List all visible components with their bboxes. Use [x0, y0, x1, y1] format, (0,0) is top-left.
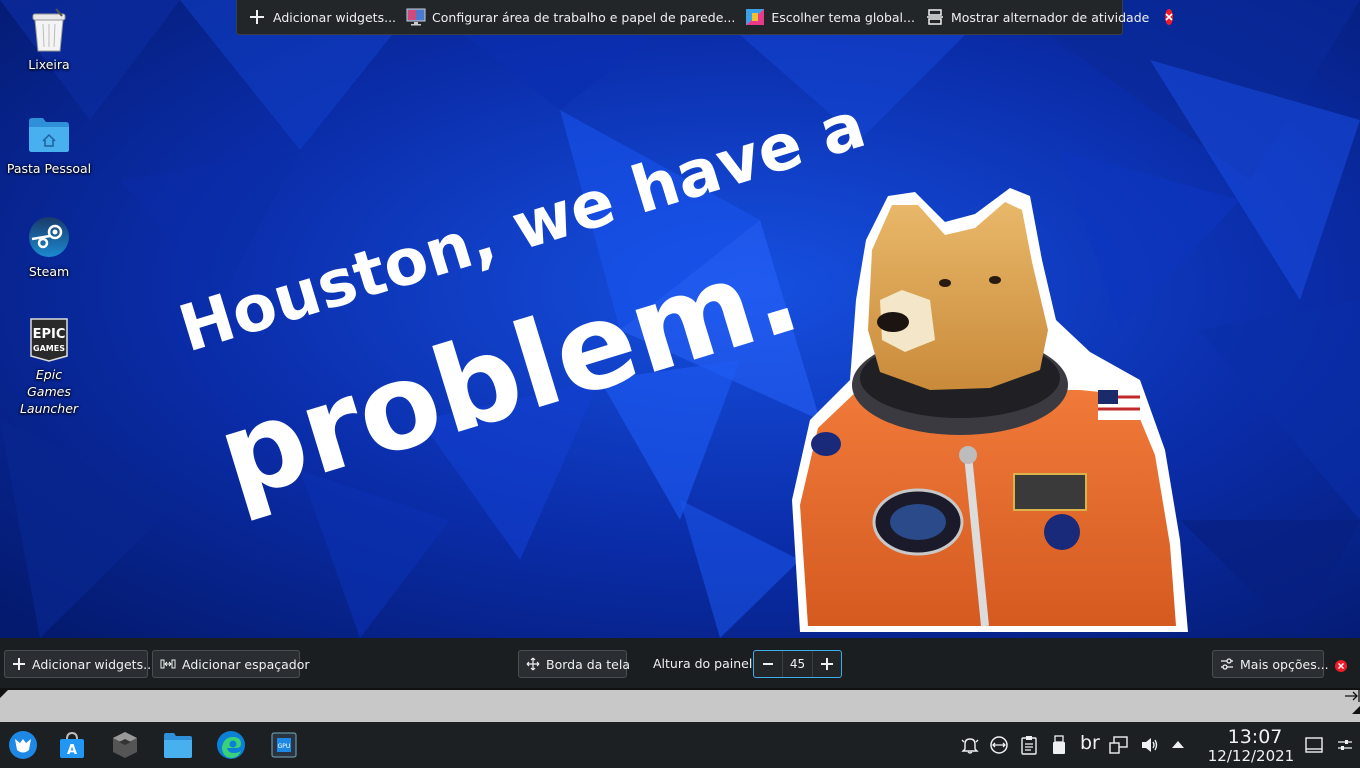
- minus-icon: [763, 663, 773, 665]
- desktop-wallpaper: Houston, we have a problem.: [0, 0, 1360, 638]
- file-manager-icon[interactable]: [162, 729, 194, 761]
- activity-switcher-button[interactable]: Mostrar alternador de atividade: [925, 7, 1149, 27]
- more-options-button[interactable]: Mais opções...: [1212, 650, 1329, 678]
- increase-height-button[interactable]: [813, 651, 841, 677]
- panel-height-value[interactable]: 45: [782, 651, 813, 677]
- configure-desktop-button[interactable]: Configurar área de trabalho e papel de p…: [406, 7, 735, 27]
- svg-text:EPIC: EPIC: [33, 327, 66, 342]
- close-panel-config-icon[interactable]: [1335, 657, 1347, 676]
- volume-icon[interactable]: [1139, 734, 1161, 756]
- activities-icon: [925, 7, 945, 27]
- taskbar-panel: A GPU br 13:07 12/12/2021: [0, 722, 1360, 768]
- screen-edge-button[interactable]: Borda da tela: [518, 650, 631, 678]
- add-widgets-label: Adicionar widgets...: [273, 9, 397, 25]
- ruler-right-handle-icon[interactable]: [1352, 706, 1360, 714]
- desktop-icon-label: Pasta Pessoal: [6, 161, 92, 176]
- sliders-icon: [1220, 656, 1234, 672]
- desktop-icon-label: Steam: [28, 264, 70, 279]
- screen-edge-label: Borda da tela: [546, 656, 631, 672]
- panel-add-widgets-label: Adicionar widgets...: [32, 656, 156, 672]
- app-launcher-icon[interactable]: [7, 729, 39, 761]
- add-spacer-button[interactable]: Adicionar espaçador: [152, 650, 309, 678]
- notifications-icon[interactable]: [959, 734, 981, 756]
- plus-icon: [12, 656, 26, 672]
- configure-desktop-label: Configurar área de trabalho e papel de p…: [432, 9, 736, 25]
- panel-add-widgets-button[interactable]: Adicionar widgets...: [4, 650, 155, 678]
- global-theme-label: Escolher tema global...: [771, 9, 915, 25]
- kde-connect-icon[interactable]: [988, 734, 1010, 756]
- panel-size-ruler[interactable]: [0, 688, 1360, 722]
- monitor-icon: [406, 7, 426, 27]
- move-arrows-icon: [526, 656, 540, 672]
- gpu-monitor-icon[interactable]: GPU: [268, 729, 300, 761]
- desktop-toolbar: Adicionar widgets... Configurar área de …: [236, 0, 1174, 35]
- tray-expand-arrow-icon[interactable]: [1167, 734, 1189, 756]
- add-widgets-button[interactable]: Adicionar widgets...: [247, 7, 396, 27]
- activity-switcher-label: Mostrar alternador de atividade: [950, 9, 1150, 25]
- home-folder-icon: [27, 112, 71, 156]
- trash-icon: [27, 8, 71, 52]
- panel-edit-toolbar: Adicionar widgets... Adicionar espaçador…: [0, 638, 1360, 688]
- svg-text:GAMES: GAMES: [33, 344, 65, 353]
- ruler-left-handle-icon[interactable]: [0, 690, 8, 698]
- add-spacer-label: Adicionar espaçador: [182, 656, 310, 672]
- ruler-right-arrow-icon[interactable]: [1344, 690, 1360, 702]
- desktop-icon-home-folder[interactable]: Pasta Pessoal: [1, 112, 97, 177]
- network-wired-icon[interactable]: [1108, 734, 1130, 756]
- clock-date[interactable]: 12/12/2021: [1196, 747, 1306, 765]
- desktop-icon-trash[interactable]: Lixeira: [1, 8, 97, 73]
- clipboard-icon[interactable]: [1018, 734, 1040, 756]
- panel-settings-icon[interactable]: [1334, 734, 1356, 756]
- plus-icon: [247, 7, 267, 27]
- decrease-height-button[interactable]: [754, 651, 782, 677]
- theme-palette-icon: [745, 7, 765, 27]
- panel-height-spinbox[interactable]: 45: [753, 650, 842, 678]
- keyboard-layout-indicator[interactable]: br: [1080, 732, 1100, 754]
- desktop-icon-label: Epic Games Launcher: [19, 367, 79, 416]
- epic-games-icon: EPIC GAMES: [27, 318, 71, 362]
- show-desktop-icon[interactable]: [1303, 734, 1325, 756]
- gamecube-emulator-icon[interactable]: [109, 729, 141, 761]
- steam-icon: [27, 215, 71, 259]
- usb-device-icon[interactable]: [1048, 734, 1070, 756]
- more-options-label: Mais opções...: [1240, 656, 1329, 672]
- svg-text:GPU: GPU: [278, 743, 291, 750]
- global-theme-button[interactable]: Escolher tema global...: [745, 7, 915, 27]
- clock-time[interactable]: 13:07: [1200, 726, 1310, 748]
- svg-text:A: A: [67, 743, 77, 758]
- spacer-icon: [160, 656, 176, 672]
- desktop-icon-epic-games[interactable]: EPIC GAMES Epic Games Launcher: [1, 318, 97, 417]
- edge-browser-icon[interactable]: [215, 729, 247, 761]
- discover-store-icon[interactable]: A: [56, 729, 88, 761]
- plus-icon: [821, 658, 833, 670]
- desktop-icon-label: Lixeira: [28, 57, 70, 72]
- desktop-icon-steam[interactable]: Steam: [1, 215, 97, 280]
- panel-height-label: Altura do painel:: [653, 656, 757, 671]
